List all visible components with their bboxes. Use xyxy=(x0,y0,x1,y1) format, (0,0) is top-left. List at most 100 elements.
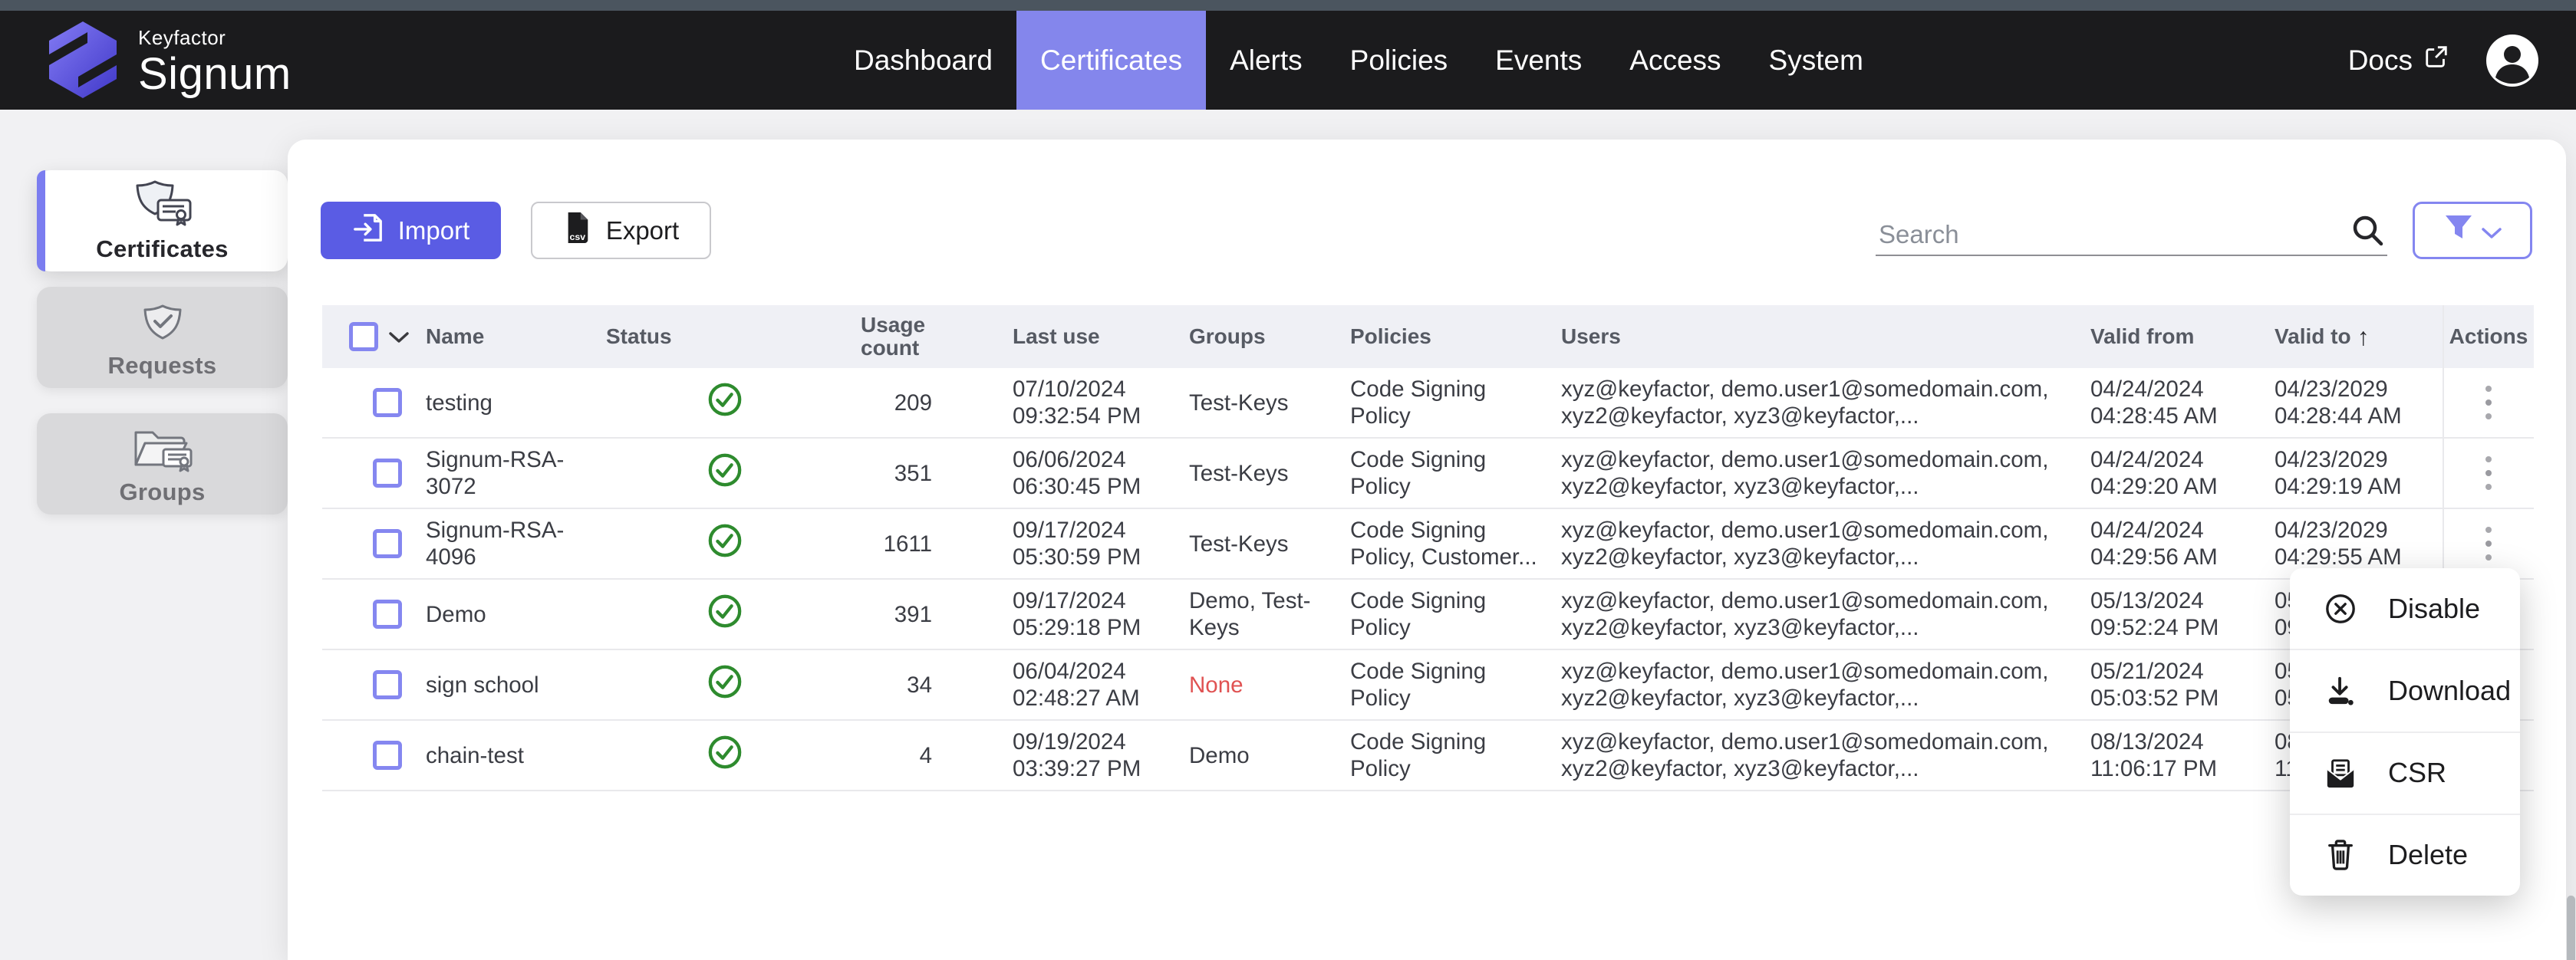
nav-item-policies[interactable]: Policies xyxy=(1326,11,1472,110)
column-header-usage-count[interactable]: Usage count xyxy=(844,305,932,368)
nav-item-alerts[interactable]: Alerts xyxy=(1206,11,1326,110)
window-title-strip xyxy=(0,0,2576,11)
column-header-policies[interactable]: Policies xyxy=(1335,305,1546,368)
cell-name: Signum-RSA-4096 xyxy=(426,509,606,578)
cell-last-use: 09/17/202405:30:59 PM xyxy=(932,509,1174,578)
cell-name: testing xyxy=(426,368,606,437)
table-row: sign school3406/04/202402:48:27 AMNoneCo… xyxy=(322,650,2534,721)
nav-item-system[interactable]: System xyxy=(1745,11,1887,110)
shield-check-icon xyxy=(138,295,187,346)
chevron-down-icon[interactable] xyxy=(389,324,409,349)
column-header-status[interactable]: Status xyxy=(606,305,844,368)
column-header-actions[interactable]: Actions xyxy=(2443,305,2534,368)
menu-item-disable[interactable]: Disable xyxy=(2290,568,2520,649)
cell-policies: Code SigningPolicy xyxy=(1335,439,1546,508)
row-actions-kebab[interactable] xyxy=(2482,523,2495,564)
status-active-icon xyxy=(707,382,743,423)
cell-policies: Code SigningPolicy xyxy=(1335,580,1546,649)
cell-users: xyz@keyfactor, demo.user1@somedomain.com… xyxy=(1546,439,2075,508)
cell-name: Signum-RSA-3072 xyxy=(426,439,606,508)
csv-file-icon: csv xyxy=(563,211,592,251)
cell-name: sign school xyxy=(426,650,606,719)
sidebar-tab-groups[interactable]: Groups xyxy=(37,413,288,515)
table-header: NameStatusUsage countLast useGroupsPolic… xyxy=(322,305,2534,368)
column-header-name[interactable]: Name xyxy=(426,305,606,368)
cell-usage-count: 34 xyxy=(844,650,932,719)
cell-policies: Code SigningPolicy, Customer... xyxy=(1335,509,1546,578)
search-input[interactable] xyxy=(1877,219,2325,250)
import-button[interactable]: Import xyxy=(321,202,501,259)
cell-usage-count: 1611 xyxy=(844,509,932,578)
nav-item-events[interactable]: Events xyxy=(1471,11,1606,110)
sort-ascending-icon: ↑ xyxy=(2357,323,2370,351)
export-button[interactable]: csv Export xyxy=(531,202,711,259)
cell-usage-count: 391 xyxy=(844,580,932,649)
status-active-icon xyxy=(707,452,743,494)
menu-item-delete[interactable]: Delete xyxy=(2290,814,2520,896)
cell-usage-count: 209 xyxy=(844,368,932,437)
delete-icon xyxy=(2324,838,2357,872)
import-icon xyxy=(352,212,384,250)
status-active-icon xyxy=(707,664,743,705)
select-all-checkbox[interactable] xyxy=(349,322,378,351)
row-checkbox[interactable] xyxy=(373,388,402,417)
row-checkbox[interactable] xyxy=(373,529,402,558)
filter-button[interactable] xyxy=(2413,202,2532,259)
external-link-icon xyxy=(2423,44,2449,77)
certificates-table: NameStatusUsage countLast useGroupsPolic… xyxy=(322,305,2534,791)
menu-item-label: CSR xyxy=(2388,757,2446,789)
sidebar-tab-requests[interactable]: Requests xyxy=(37,287,288,388)
sidebar-tab-certificates[interactable]: Certificates xyxy=(37,170,288,271)
column-header-last-use[interactable]: Last use xyxy=(932,305,1174,368)
menu-item-label: Disable xyxy=(2388,593,2480,625)
column-header-select[interactable] xyxy=(322,305,426,368)
cell-groups: Demo, Test-Keys xyxy=(1174,580,1335,649)
disable-icon xyxy=(2324,593,2357,625)
row-checkbox[interactable] xyxy=(373,741,402,770)
column-header-valid-to[interactable]: Valid to↑ xyxy=(2259,305,2443,368)
row-checkbox[interactable] xyxy=(373,459,402,488)
row-checkbox[interactable] xyxy=(373,670,402,699)
docs-label: Docs xyxy=(2348,44,2413,77)
column-header-groups[interactable]: Groups xyxy=(1174,305,1335,368)
side-tabs: Certificates Requests Groups xyxy=(37,170,288,515)
cell-usage-count: 4 xyxy=(844,721,932,790)
menu-item-download[interactable]: Download xyxy=(2290,649,2520,731)
column-header-label: Valid to xyxy=(2275,324,2351,349)
scrollbar-thumb[interactable] xyxy=(2567,896,2575,960)
cell-last-use: 09/17/202405:29:18 PM xyxy=(932,580,1174,649)
cell-policies: Code SigningPolicy xyxy=(1335,368,1546,437)
sidebar-tab-label: Groups xyxy=(119,478,205,506)
brand-keyfactor: Keyfactor xyxy=(138,28,292,48)
cell-last-use: 06/06/202406:30:45 PM xyxy=(932,439,1174,508)
docs-link[interactable]: Docs xyxy=(2348,44,2449,77)
status-active-icon xyxy=(707,523,743,564)
cell-groups: Test-Keys xyxy=(1174,509,1335,578)
table-body: testing20907/10/202409:32:54 PMTest-Keys… xyxy=(322,368,2534,791)
search-icon[interactable] xyxy=(2350,213,2384,251)
cell-valid-to: 04/23/202904:28:44 AM xyxy=(2259,368,2443,437)
sidebar-tab-label: Requests xyxy=(108,352,217,380)
column-header-valid-from[interactable]: Valid from xyxy=(2075,305,2259,368)
export-label: Export xyxy=(606,216,679,245)
cell-users: xyz@keyfactor, demo.user1@somedomain.com… xyxy=(1546,650,2075,719)
cell-valid-from: 04/24/202404:29:20 AM xyxy=(2075,439,2259,508)
svg-text:csv: csv xyxy=(569,232,585,242)
menu-item-csr[interactable]: CSR xyxy=(2290,732,2520,814)
row-actions-kebab[interactable] xyxy=(2482,452,2495,494)
certificates-panel: Import csv Export NameStatusUsage countL… xyxy=(288,140,2566,960)
cell-groups: Demo xyxy=(1174,721,1335,790)
status-active-icon xyxy=(707,735,743,776)
row-actions-menu: Disable Download CSR Delete xyxy=(2290,568,2520,896)
nav-item-access[interactable]: Access xyxy=(1606,11,1744,110)
keyfactor-logo-icon xyxy=(44,20,121,104)
user-avatar-icon[interactable] xyxy=(2485,33,2540,88)
row-checkbox[interactable] xyxy=(373,600,402,629)
nav-item-certificates[interactable]: Certificates xyxy=(1016,11,1206,110)
column-header-users[interactable]: Users xyxy=(1546,305,2075,368)
search-field xyxy=(1876,207,2387,256)
cell-users: xyz@keyfactor, demo.user1@somedomain.com… xyxy=(1546,509,2075,578)
nav-item-dashboard[interactable]: Dashboard xyxy=(830,11,1016,110)
cell-groups: Test-Keys xyxy=(1174,368,1335,437)
row-actions-kebab[interactable] xyxy=(2482,382,2495,423)
